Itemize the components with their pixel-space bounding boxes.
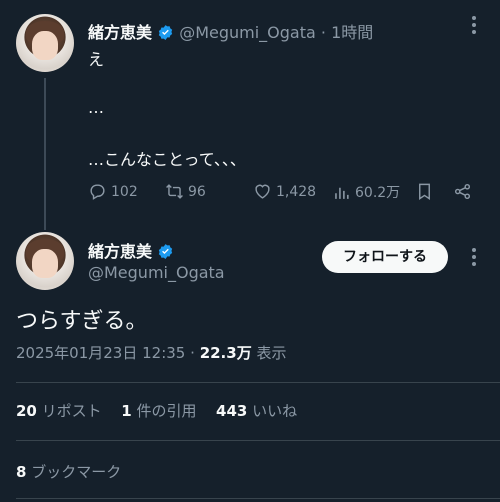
likes-stat[interactable]: 443 いいね xyxy=(216,402,297,420)
like-count: 1,428 xyxy=(276,183,317,200)
verified-badge-icon xyxy=(158,25,173,40)
bookmark-icon xyxy=(419,183,430,200)
views-count: 60.2万 xyxy=(355,185,401,201)
main-handle[interactable]: @Megumi_Ogata xyxy=(88,263,225,282)
divider-middle xyxy=(16,440,500,441)
quotes-count: 1 xyxy=(121,402,132,420)
bookmarks-label: ブックマーク xyxy=(31,463,122,481)
bookmarks-stat[interactable]: 8 ブックマーク xyxy=(16,461,121,482)
main-more-icon[interactable] xyxy=(468,248,480,266)
stats-row: 20 リポスト 1 件の引用 443 いいね xyxy=(16,400,297,421)
parent-more-icon[interactable] xyxy=(468,16,480,34)
parent-time[interactable]: 1時間 xyxy=(331,23,373,42)
likes-count: 443 xyxy=(216,402,248,420)
parent-line-3: …こんなことって、、、 xyxy=(88,150,246,169)
reply-icon xyxy=(90,184,105,200)
timestamp-row: 2025年01月23日 12:35 · 22.3万 表示 xyxy=(16,342,287,363)
follow-button[interactable]: フォローする xyxy=(322,241,448,273)
views-action[interactable]: 60.2万 xyxy=(332,182,400,202)
views-total: 22.3万 xyxy=(199,344,252,362)
divider-bottom xyxy=(16,498,500,499)
heart-icon xyxy=(255,184,270,199)
main-tweet-text: つらすぎる。 xyxy=(16,309,148,334)
reposts-label: リポスト xyxy=(41,402,102,420)
retweet-icon xyxy=(166,184,183,199)
verified-badge-icon xyxy=(158,244,173,259)
retweet-count: 96 xyxy=(188,183,206,200)
tweet-timestamp[interactable]: 2025年01月23日 12:35 xyxy=(16,344,185,362)
parent-display-name[interactable]: 緒方恵美 xyxy=(88,23,152,42)
views-label: 表示 xyxy=(256,344,287,362)
parent-avatar[interactable] xyxy=(16,14,74,72)
main-avatar[interactable] xyxy=(16,232,74,290)
main-display-name-row: 緒方恵美 xyxy=(88,238,174,262)
divider-top xyxy=(16,382,500,383)
share-action[interactable] xyxy=(453,182,472,201)
avatar-face xyxy=(32,31,58,61)
likes-label: いいね xyxy=(252,402,298,420)
reply-action[interactable]: 102 xyxy=(88,182,138,201)
thread-connector-line xyxy=(44,78,46,230)
main-display-name[interactable]: 緒方恵美 xyxy=(88,242,152,261)
views-chart-icon xyxy=(335,187,349,199)
avatar-face xyxy=(32,249,58,279)
parent-header: 緒方恵美 @Megumi_Ogata · 1時間 xyxy=(88,19,373,43)
bookmark-action[interactable] xyxy=(415,182,434,201)
quotes-stat[interactable]: 1 件の引用 xyxy=(121,402,196,420)
reply-count: 102 xyxy=(111,183,138,200)
parent-line-2: … xyxy=(88,98,104,117)
quotes-label: 件の引用 xyxy=(136,402,197,420)
parent-line-1: え xyxy=(88,50,105,69)
retweet-action[interactable]: 96 xyxy=(165,182,206,201)
parent-handle[interactable]: @Megumi_Ogata xyxy=(179,23,316,42)
like-action[interactable]: 1,428 xyxy=(253,182,316,201)
share-icon xyxy=(454,183,471,200)
bookmarks-count: 8 xyxy=(16,463,27,481)
reposts-stat[interactable]: 20 リポスト xyxy=(16,402,102,420)
timestamp-dot: · xyxy=(190,344,195,362)
header-separator: · xyxy=(320,23,326,42)
reposts-count: 20 xyxy=(16,402,37,420)
